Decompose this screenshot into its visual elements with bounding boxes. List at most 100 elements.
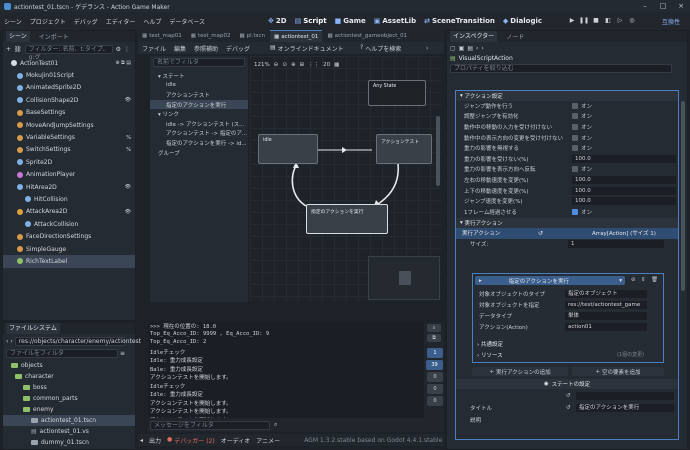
stop-icon[interactable]: ■ <box>590 15 602 27</box>
vs-list-item[interactable]: ▾ ステート <box>150 71 248 81</box>
editor-tab[interactable]: ▦ test_map02 <box>187 30 235 42</box>
link-icon[interactable]: ⛓ <box>14 46 22 53</box>
editor-tab[interactable]: ▦ test_map01 <box>138 30 186 42</box>
property-filter-input[interactable]: プロパティを絞り込む <box>450 64 672 73</box>
console-filter-input[interactable]: メッセージをフィルタ <box>150 420 270 430</box>
clear-icon[interactable]: ⊘ <box>631 277 636 283</box>
pause-icon[interactable]: ❚❚ <box>578 15 590 27</box>
filesystem-item[interactable]: character <box>3 371 135 382</box>
add-action-button[interactable]: + 実行アクションの追加 <box>472 367 568 376</box>
tab-inspector[interactable]: インスペクター <box>450 31 498 42</box>
tab-filesystem[interactable]: ファイルシステム <box>6 323 60 334</box>
vs-list-item[interactable]: idle <box>150 81 248 91</box>
revert-icon[interactable]: ↺ <box>538 230 543 237</box>
tab-debugger[interactable]: ● デバッガー (2) <box>167 436 215 445</box>
drag-icon[interactable]: ⇕ <box>641 277 646 283</box>
scene-node[interactable]: AnimationPlayer <box>3 169 135 181</box>
scene-node[interactable]: FaceDirectionSettings <box>3 230 135 242</box>
history-back-icon[interactable]: ‹ <box>476 45 478 52</box>
editor-tab[interactable]: ▦ pl.tscn <box>235 30 269 42</box>
graph-node-idle[interactable]: idle <box>258 134 318 164</box>
tab-audio[interactable]: オーディオ <box>221 436 251 445</box>
checkbox[interactable] <box>572 166 578 173</box>
scene-node[interactable]: SimpleGauge <box>3 243 135 255</box>
subproperty-value[interactable]: action01 <box>565 323 647 332</box>
workspace-script[interactable]: ▤ Script <box>295 17 327 25</box>
filesystem-item[interactable]: boss <box>3 382 135 393</box>
menu-edit[interactable]: 編集 <box>170 44 190 53</box>
filesystem-filter-input[interactable]: ファイルをフィルタ <box>6 349 118 358</box>
history-forward-icon[interactable]: › <box>481 45 483 52</box>
menu-help[interactable]: ヘルプ <box>139 17 165 26</box>
movie-icon[interactable]: ◎ <box>626 15 638 27</box>
load-icon[interactable]: ▣ <box>459 45 465 52</box>
node-status-icon[interactable]: 👁 <box>125 209 131 215</box>
menu-reference[interactable]: 参照補助 <box>190 44 222 53</box>
exec-action-row[interactable]: 実行アクション ↺ Array[Action] (サイズ 1) <box>456 227 678 239</box>
maximize-button[interactable]: □ <box>654 0 672 12</box>
checkbox[interactable] <box>572 134 578 141</box>
save-icon[interactable]: ▤ <box>467 45 473 52</box>
size-input[interactable]: 1 <box>568 240 664 249</box>
vs-list-item[interactable]: idle -> アクションテスト (ス... <box>150 119 248 129</box>
scene-node[interactable]: VariableSettings% <box>3 131 135 143</box>
scene-node[interactable]: Sprite2D <box>3 156 135 168</box>
workspace-dialogic[interactable]: ◆ Dialogic <box>503 17 542 25</box>
menu-editor[interactable]: エディター <box>102 17 140 26</box>
filter-options-icon[interactable]: ⚙ <box>116 46 121 53</box>
section-state-settings[interactable]: ◉ ステートの設定 <box>456 379 678 389</box>
menu-project[interactable]: プロジェクト <box>26 17 70 26</box>
scene-filter-input[interactable]: フィルター: 名前、t:タイプ、g:グ <box>24 45 113 61</box>
checkbox[interactable] <box>572 102 578 109</box>
scroll-right-icon[interactable]: › <box>426 45 428 52</box>
section-action-settings[interactable]: ▾ アクション設定 <box>456 91 678 101</box>
badge-verbose[interactable]: 0 <box>427 396 443 406</box>
console-search-icon[interactable]: ⌕ <box>427 324 441 332</box>
scene-node[interactable]: CollisionShape2D 👁 <box>3 94 135 106</box>
filesystem-item[interactable]: dummy_01.tscn <box>3 437 135 448</box>
filesystem-item[interactable]: actiontest_01.tscn <box>3 415 135 426</box>
vs-list-item[interactable]: グループ <box>150 148 248 158</box>
add-empty-button[interactable]: + 空の要素を追加 <box>572 367 664 376</box>
forward-icon[interactable]: › <box>10 338 12 345</box>
graph-node-run-action[interactable]: 指定のアクションを実行 <box>306 204 388 234</box>
tab-scene[interactable]: シーン <box>6 31 30 42</box>
tab-animation[interactable]: アニメー <box>256 436 280 445</box>
filesystem-item[interactable]: ▤ actiontest_01.vs <box>3 426 135 437</box>
subproperty-value[interactable]: 単体 <box>565 311 647 320</box>
vs-list-item[interactable]: 指定のアクションを実行 -> id... <box>150 138 248 148</box>
checkbox[interactable] <box>572 145 578 152</box>
menu-debug[interactable]: デバッグ <box>70 17 102 26</box>
scene-node[interactable]: ActionTest01 ⊕ ⧉ ▤ <box>3 57 135 69</box>
tab-import[interactable]: インポート <box>36 32 72 41</box>
revert-icon[interactable]: ↺ <box>566 405 571 411</box>
number-input[interactable]: 100.0 <box>572 175 676 184</box>
filesystem-item[interactable]: common_parts <box>3 393 135 404</box>
scene-node[interactable]: AnimatedSprite2D <box>3 82 135 94</box>
filesystem-item[interactable]: objects <box>3 360 135 371</box>
graph-canvas[interactable]: 121% ⊖ ⊙ ⊕ ⊞ ⋮⋮ 20 ▦ Any State idle アクショ… <box>250 56 442 302</box>
menu-database[interactable]: データベース <box>165 17 209 26</box>
vs-list-item[interactable]: アクションテスト -> 指定のア... <box>150 129 248 139</box>
node-status-icon[interactable]: ⊕ ⧉ ▤ <box>115 60 131 66</box>
scene-node[interactable]: AttackCollision <box>3 218 135 230</box>
badge-editor[interactable]: 0 <box>427 384 443 394</box>
filesystem-path-input[interactable]: res://objects/character/enemy/actiontest <box>14 337 141 346</box>
vs-list-item[interactable]: アクションテスト <box>150 90 248 100</box>
close-button[interactable]: × <box>672 0 690 12</box>
checkbox[interactable] <box>572 113 578 120</box>
add-node-icon[interactable]: + <box>6 46 11 53</box>
number-input[interactable]: 100.0 <box>572 186 676 195</box>
subproperty-value[interactable]: res://test/actiontest_game <box>565 300 647 309</box>
back-icon[interactable]: ‹ <box>6 338 8 345</box>
number-input[interactable]: 100.0 <box>572 154 676 163</box>
checkbox[interactable] <box>572 123 578 130</box>
section-shared[interactable]: › 共通設定 <box>477 340 503 348</box>
scene-node[interactable]: RichTextLabel <box>3 255 135 268</box>
renderer-mode[interactable]: 互換性 <box>662 17 680 26</box>
menu-scene[interactable]: シーン <box>0 17 26 26</box>
tab-output[interactable]: 出力 <box>149 436 161 445</box>
subproperty-value[interactable]: 指定のオブジェクト <box>565 289 647 298</box>
workspace-2d[interactable]: ✥ 2D <box>268 17 287 25</box>
graph-minimap[interactable] <box>368 256 440 300</box>
